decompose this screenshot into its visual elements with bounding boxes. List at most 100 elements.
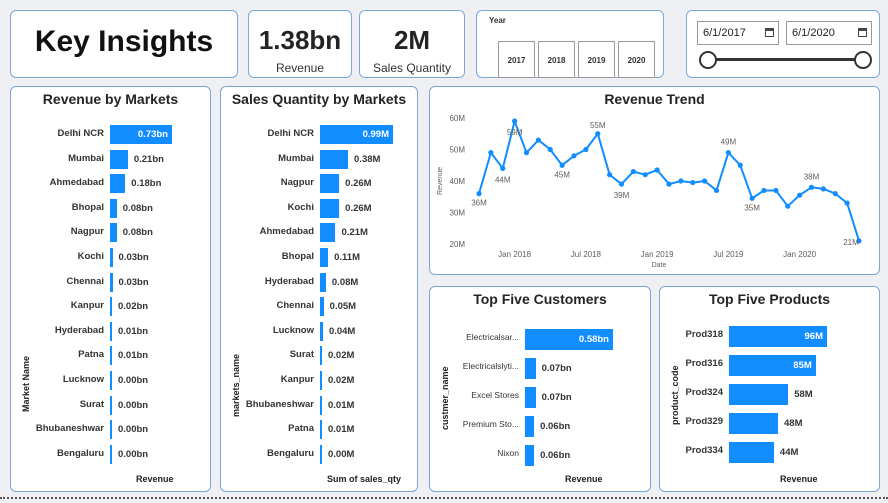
bar[interactable] (320, 149, 349, 169)
bar-value-label: 85M (793, 360, 812, 371)
bar-value-label: 0.00bn (118, 424, 149, 436)
bar-value-label: 0.21M (341, 227, 368, 239)
bar[interactable] (110, 371, 112, 390)
bar-value-label: 0.18bn (131, 178, 162, 190)
revenue-by-markets-title: Revenue by Markets (42, 91, 179, 107)
data-label: 21M (843, 238, 859, 247)
end-date-handle[interactable] (854, 51, 872, 69)
revenue-kpi-card: 1.38bn Revenue (248, 10, 352, 78)
year-option-2020[interactable]: 2020 (618, 41, 655, 78)
bar[interactable] (525, 387, 536, 408)
bar[interactable] (525, 445, 535, 466)
bar[interactable] (729, 413, 778, 434)
bar-value-label: 0.04M (328, 325, 356, 337)
bar-value-label: 0.03bn (118, 276, 149, 288)
bar[interactable] (110, 395, 112, 415)
bar[interactable] (320, 297, 324, 317)
bar[interactable] (320, 321, 323, 341)
bar-value-label: 0.08M (331, 276, 359, 288)
bar-value-label: 0.02M (328, 375, 355, 386)
bar-value-label: 0.08bn (122, 202, 153, 214)
bar-value-label: 0.02M (328, 350, 355, 362)
bar-value-label: 0.26M (345, 202, 372, 214)
sales-qty-kpi-label: Sales Quantity (372, 61, 452, 75)
bar[interactable] (320, 272, 326, 292)
bar[interactable] (110, 223, 117, 243)
bar[interactable] (110, 272, 113, 292)
data-point (737, 162, 743, 168)
bar[interactable] (110, 248, 113, 267)
x-axis-title: Date (652, 262, 667, 269)
bar[interactable] (320, 346, 322, 366)
bar[interactable] (320, 198, 340, 218)
calendar-icon[interactable] (858, 28, 867, 37)
start-date-handle[interactable] (699, 51, 717, 69)
start-date-input[interactable]: 6/1/2017 (697, 21, 779, 45)
year-option-2019[interactable]: 2019 (578, 41, 615, 78)
bar[interactable] (525, 358, 536, 379)
calendar-icon[interactable] (765, 28, 774, 37)
year-option-2018[interactable]: 2018 (538, 41, 575, 78)
year-option-2017[interactable]: 2017 (498, 41, 535, 78)
y-tick-label: 50M (449, 146, 465, 155)
data-label: 55M (590, 121, 606, 130)
data-point (808, 184, 815, 190)
bar[interactable] (110, 297, 112, 317)
bar-label: Chennai (276, 300, 314, 312)
data-point (820, 186, 826, 192)
data-point (749, 195, 755, 201)
bar-value-label: 0.21bn (133, 153, 164, 165)
bar-value-label: 0.01bn (118, 325, 149, 337)
data-point (702, 178, 708, 184)
revenue-trend-card: Revenue Trend 20M 30M 40M 50M 60M Jan 2018 Jul… (429, 86, 880, 275)
bar[interactable] (320, 395, 322, 415)
bar[interactable] (110, 149, 128, 169)
data-point (666, 181, 672, 187)
bar[interactable] (320, 174, 340, 194)
bar[interactable] (320, 420, 322, 440)
data-label: 59M (507, 128, 523, 137)
bar-label: Hyderabad (54, 324, 104, 336)
data-label: 45M (554, 170, 570, 179)
bar-label: Ahmedabad (259, 226, 314, 238)
bar[interactable] (320, 444, 322, 464)
bar[interactable] (729, 442, 774, 463)
bar[interactable] (110, 444, 112, 464)
bar[interactable] (110, 198, 117, 218)
bar[interactable] (320, 223, 336, 243)
page-bottom-border (0, 497, 888, 499)
bar[interactable] (110, 346, 112, 366)
end-date-input[interactable]: 6/1/2020 (786, 21, 872, 45)
bar-value-label: 0.00bn (118, 375, 149, 386)
data-point (607, 172, 613, 178)
top-products-card: Top Five Products Prod318 96M Prod316 85M Pr… (659, 286, 880, 492)
end-date-value: 6/1/2020 (792, 27, 835, 39)
sales-qty-by-markets-card: Sales Quantity by Markets Delhi NCR 0.99M… (220, 86, 418, 492)
data-point (785, 203, 791, 209)
bar-value-label: 0.01M (328, 399, 355, 411)
top-customers-x-axis-title: Revenue (565, 474, 603, 484)
top-customers-y-axis-title: custmer_name (440, 366, 450, 430)
bar[interactable] (729, 384, 789, 405)
bar-value-label: 96M (804, 331, 823, 342)
data-label: 36M (471, 199, 487, 208)
year-slicer-title: Year (489, 16, 506, 25)
data-point (535, 137, 541, 143)
bar[interactable] (320, 248, 329, 267)
bar[interactable] (110, 420, 112, 440)
data-point (547, 146, 553, 153)
data-point (523, 150, 530, 156)
bar-value-label: 48M (784, 418, 803, 429)
bar-label: Patna (288, 423, 314, 435)
bar-value-label: 0.01bn (118, 350, 149, 362)
bar-value-label: 0.02bn (118, 301, 149, 313)
bar[interactable] (110, 321, 112, 341)
sales-qty-kpi-card: 2M Sales Quantity (359, 10, 465, 78)
bar-value-label: 58M (794, 389, 813, 400)
bar[interactable] (320, 371, 322, 390)
y-tick-label: 40M (449, 177, 465, 186)
bar[interactable] (525, 416, 535, 437)
bar[interactable] (110, 174, 126, 194)
bar-value-label: 0.00bn (118, 399, 149, 411)
x-tick-label: Jul 2018 (571, 250, 602, 259)
